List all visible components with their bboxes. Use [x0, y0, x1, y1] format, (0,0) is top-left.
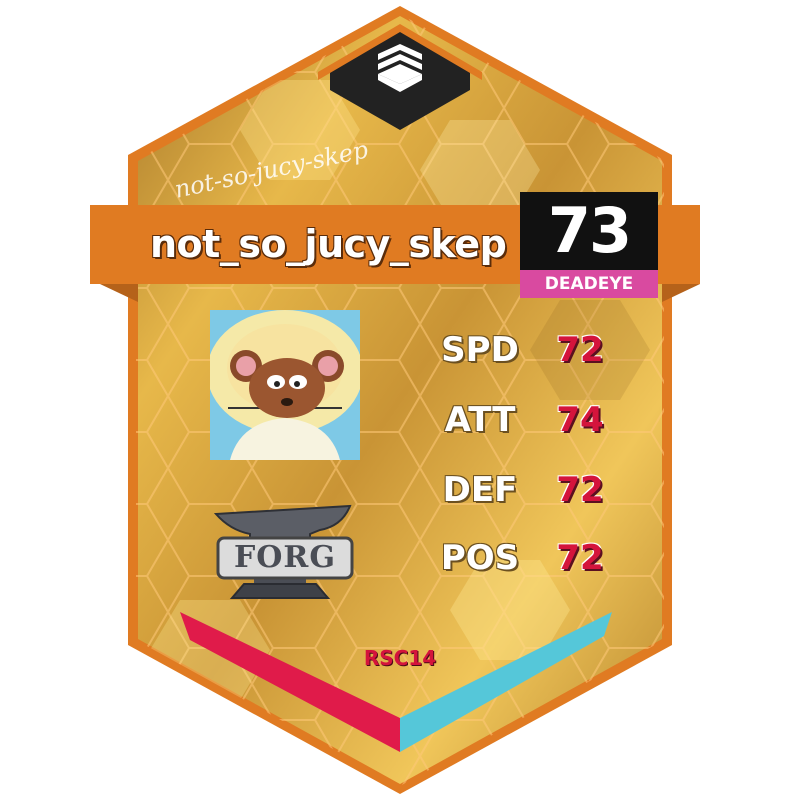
- stat-label-att: ATT: [444, 400, 516, 440]
- stat-value-pos: 72: [556, 538, 604, 578]
- stat-label-def: DEF: [442, 470, 518, 510]
- season-label: RSC14: [363, 646, 437, 670]
- stat-label-pos: POS: [440, 538, 520, 578]
- team-name: FORG: [234, 540, 336, 575]
- stat-value-def: 72: [556, 470, 604, 510]
- stat-value-att: 74: [556, 400, 604, 440]
- stat-label-spd: SPD: [441, 330, 519, 370]
- player-avatar: [210, 310, 360, 460]
- card-background: [90, 6, 700, 794]
- tier-label: DEADEYE: [544, 274, 634, 294]
- player-card: not-so-jucy-skep not_so_jucy_skep 73 DEA…: [0, 0, 800, 800]
- stat-value-spd: 72: [556, 330, 604, 370]
- mouse-avatar-icon: [210, 310, 360, 460]
- league-logo-icon: [378, 44, 422, 92]
- player-name: not_so_jucy_skep: [150, 222, 507, 266]
- overall-rating: 73: [547, 194, 632, 267]
- team-logo: FORG: [210, 500, 360, 610]
